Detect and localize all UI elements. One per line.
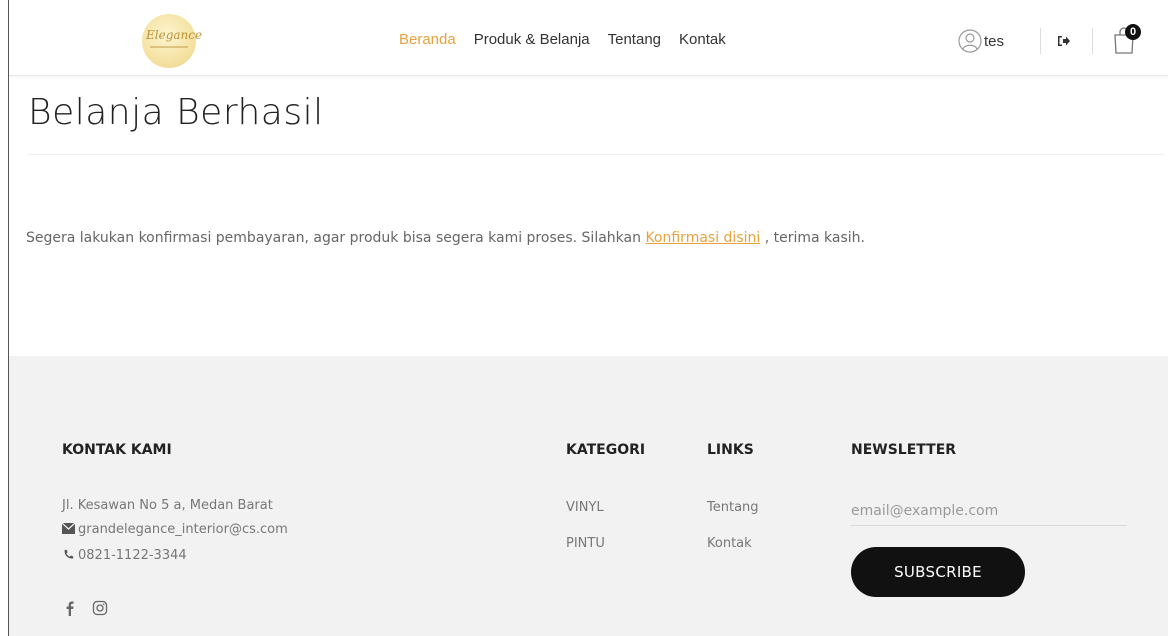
user-name: tes: [984, 32, 1005, 50]
confirm-payment-link[interactable]: Konfirmasi disini: [645, 230, 760, 246]
links-heading: LINKS: [707, 442, 754, 458]
header-divider: [1092, 28, 1093, 54]
link-kontak[interactable]: Kontak: [707, 536, 752, 551]
nav-beranda[interactable]: Beranda: [399, 31, 456, 48]
envelope-icon: [62, 523, 75, 534]
message-text: Segera lakukan konfirmasi pembayaran, ag…: [26, 230, 646, 246]
logout-icon[interactable]: [1057, 34, 1071, 48]
contact-phone-row: 0821-1122-3344: [62, 548, 187, 563]
contact-heading: KONTAK KAMI: [62, 442, 172, 458]
subscribe-button[interactable]: SUBSCRIBE: [851, 547, 1025, 597]
logo[interactable]: Elegance: [142, 14, 203, 68]
contact-email: grandelegance_interior@cs.com: [78, 522, 288, 537]
success-message: Segera lakukan konfirmasi pembayaran, ag…: [26, 230, 865, 246]
kategori-vinyl[interactable]: VINYL: [566, 500, 604, 515]
link-tentang[interactable]: Tentang: [707, 500, 759, 515]
contact-address: Jl. Kesawan No 5 a, Medan Barat: [62, 498, 273, 513]
header-divider: [1040, 28, 1041, 54]
site-header: Elegance Beranda Produk & Belanja Tentan…: [9, 0, 1168, 76]
user-icon: [958, 29, 982, 53]
phone-icon: [64, 549, 74, 559]
user-account[interactable]: tes: [958, 29, 1004, 53]
newsletter-heading: NEWSLETTER: [851, 442, 957, 458]
page-title: Belanja Berhasil: [28, 92, 324, 133]
kategori-heading: KATEGORI: [566, 442, 646, 458]
site-footer: KONTAK KAMI Jl. Kesawan No 5 a, Medan Ba…: [9, 356, 1168, 636]
message-suffix: , terima kasih.: [760, 230, 865, 246]
instagram-icon[interactable]: [92, 600, 108, 616]
logo-text: Elegance: [146, 28, 203, 42]
nav-kontak[interactable]: Kontak: [679, 31, 726, 48]
cart-count-badge: 0: [1125, 24, 1141, 40]
logo-underline: [150, 46, 188, 48]
contact-email-row: grandelegance_interior@cs.com: [62, 522, 288, 537]
nav-tentang[interactable]: Tentang: [608, 31, 661, 48]
title-divider: [28, 154, 1164, 155]
kategori-pintu[interactable]: PINTU: [566, 536, 605, 551]
facebook-icon[interactable]: [62, 600, 78, 616]
page-frame: Elegance Beranda Produk & Belanja Tentan…: [8, 0, 1168, 636]
main-nav: Beranda Produk & Belanja Tentang Kontak: [399, 31, 744, 48]
contact-phone: 0821-1122-3344: [78, 548, 187, 563]
newsletter-email-input[interactable]: [851, 496, 1127, 526]
nav-produk-belanja[interactable]: Produk & Belanja: [474, 31, 590, 48]
